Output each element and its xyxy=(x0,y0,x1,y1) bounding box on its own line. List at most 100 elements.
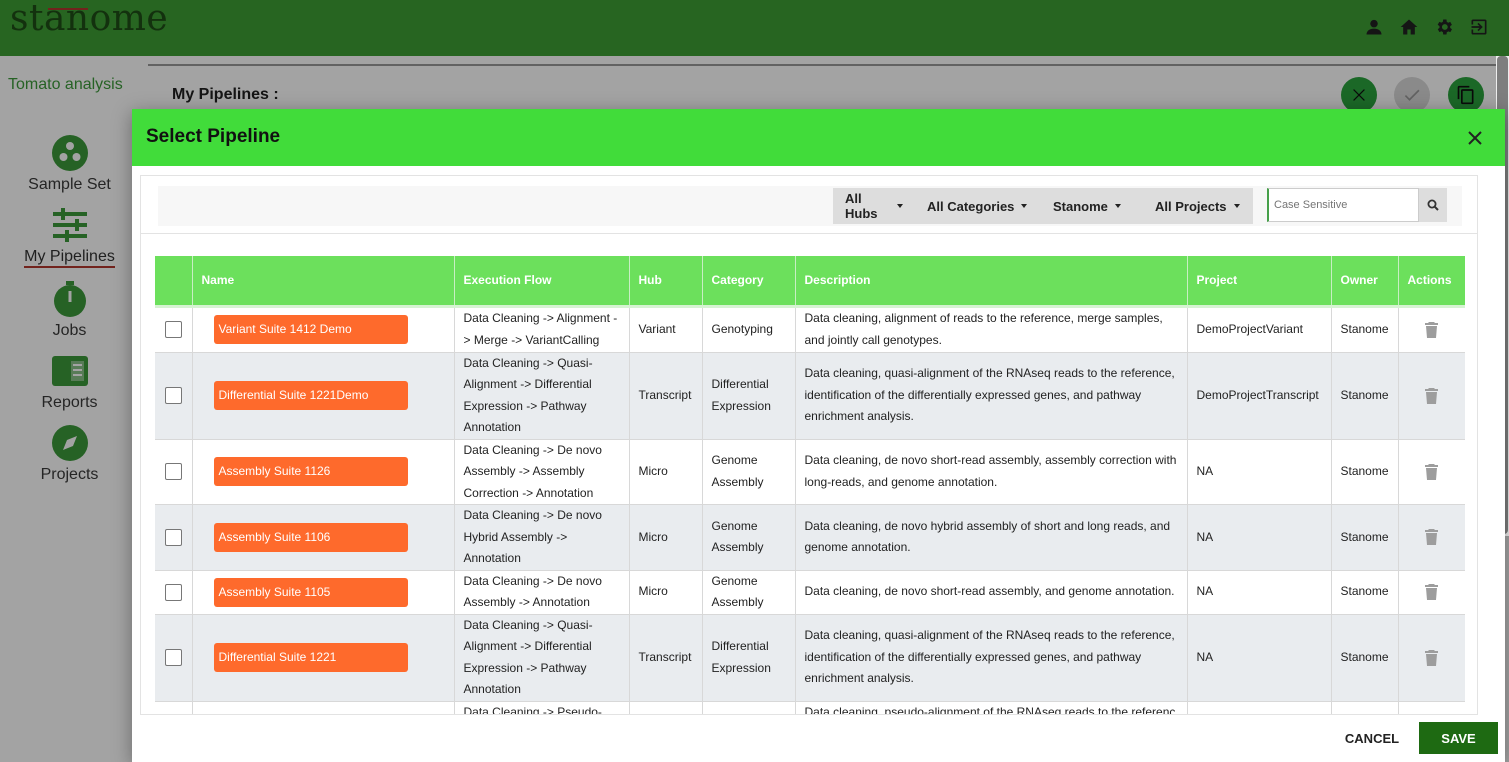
owner-cell: Stanome xyxy=(1331,614,1399,702)
project-cell: NA xyxy=(1187,504,1332,571)
column-header-owner[interactable]: Owner xyxy=(1331,256,1399,306)
description-cell: Data cleaning, de novo short-read assemb… xyxy=(795,439,1188,505)
project-filter-dropdown[interactable]: All Projects xyxy=(1143,188,1253,224)
actions-cell xyxy=(1398,439,1465,505)
table-row[interactable]: Differential Suite 1221 Data Cleaning ->… xyxy=(155,614,1465,702)
delete-button[interactable] xyxy=(1408,584,1456,600)
close-icon xyxy=(1468,131,1482,145)
delete-button[interactable] xyxy=(1408,321,1456,338)
project-cell: NA xyxy=(1187,614,1332,702)
project-cell: DemoProjectTranscript xyxy=(1187,352,1332,440)
column-header-category[interactable]: Category xyxy=(702,256,796,306)
select-cell xyxy=(155,352,193,440)
actions-cell xyxy=(1398,701,1465,714)
name-cell xyxy=(192,701,455,714)
delete-button[interactable] xyxy=(1408,463,1456,480)
pipeline-table-container[interactable]: Name Execution Flow Hub Category Descrip… xyxy=(155,256,1465,714)
flow-cell: Data Cleaning -> Quasi-Alignment -> Diff… xyxy=(454,352,630,440)
select-cell xyxy=(155,504,193,571)
row-checkbox[interactable] xyxy=(164,387,182,404)
pipeline-table: Name Execution Flow Hub Category Descrip… xyxy=(155,256,1465,714)
hub-cell: Variant xyxy=(629,306,703,353)
row-checkbox[interactable] xyxy=(164,463,182,481)
select-cell xyxy=(155,614,193,702)
category-cell: Genome Assembly xyxy=(702,570,796,615)
name-cell: Assembly Suite 1105 xyxy=(192,570,455,615)
hub-cell: Micro xyxy=(629,439,703,505)
table-row[interactable]: Assembly Suite 1105 Data Cleaning -> De … xyxy=(155,570,1465,615)
table-header-row: Name Execution Flow Hub Category Descrip… xyxy=(155,256,1465,306)
delete-button[interactable] xyxy=(1408,649,1456,666)
description-cell: Data cleaning, quasi-alignment of the RN… xyxy=(795,614,1188,702)
dialog-title: Select Pipeline xyxy=(146,126,281,147)
save-button[interactable]: SAVE xyxy=(1419,722,1498,754)
pipeline-name-button[interactable]: Differential Suite 1221Demo xyxy=(213,381,408,410)
flow-cell: Data Cleaning -> Alignment -> Merge -> V… xyxy=(454,306,630,353)
dropdown-label: Stanome xyxy=(1053,198,1108,214)
select-pipeline-dialog: Select Pipeline All Hubs All Categories … xyxy=(132,109,1505,762)
select-column-header xyxy=(155,256,193,306)
select-cell xyxy=(155,701,193,714)
name-cell: Differential Suite 1221 xyxy=(192,614,455,702)
owner-cell: Stanome xyxy=(1331,504,1399,571)
hub-cell: Micro xyxy=(629,570,703,615)
column-header-execution-flow[interactable]: Execution Flow xyxy=(454,256,630,306)
project-cell: NA xyxy=(1187,570,1332,615)
table-row[interactable]: Differential Suite 1221Demo Data Cleanin… xyxy=(155,352,1465,440)
trash-icon xyxy=(1425,649,1438,666)
column-header-project[interactable]: Project xyxy=(1187,256,1332,306)
trash-icon xyxy=(1425,321,1438,338)
dropdown-label: All Projects xyxy=(1155,198,1227,214)
dialog-close-button[interactable] xyxy=(1465,128,1485,148)
flow-cell: Data Cleaning -> De novo Assembly -> Ass… xyxy=(454,439,630,505)
table-row[interactable]: Variant Suite 1412 Demo Data Cleaning ->… xyxy=(155,306,1465,353)
search-icon xyxy=(1427,199,1439,211)
owner-cell xyxy=(1331,701,1399,714)
caret-down-icon xyxy=(1021,204,1028,208)
pipeline-name-button[interactable]: Variant Suite 1412 Demo xyxy=(213,315,408,344)
trash-icon xyxy=(1425,387,1438,404)
category-cell xyxy=(702,701,796,714)
dialog-body: All Hubs All Categories Stanome All Proj… xyxy=(140,175,1478,715)
category-cell: Differential Expression xyxy=(702,352,796,440)
project-cell: DemoProjectVariant xyxy=(1187,306,1332,353)
column-header-name[interactable]: Name xyxy=(192,256,455,306)
delete-button[interactable] xyxy=(1408,529,1456,546)
project-cell xyxy=(1187,701,1332,714)
row-checkbox[interactable] xyxy=(164,649,182,666)
pipeline-name-button[interactable]: Assembly Suite 1106 xyxy=(213,522,408,552)
category-cell: Genome Assembly xyxy=(702,439,796,505)
caret-down-icon xyxy=(897,204,903,208)
dialog-header: Select Pipeline xyxy=(132,109,1505,166)
owner-filter-dropdown[interactable]: Stanome xyxy=(1041,188,1143,224)
search-button[interactable] xyxy=(1419,188,1447,222)
column-header-description[interactable]: Description xyxy=(795,256,1188,306)
delete-button[interactable] xyxy=(1408,387,1456,404)
search-input[interactable] xyxy=(1267,188,1419,222)
name-cell: Differential Suite 1221Demo xyxy=(192,352,455,440)
pipeline-name-button[interactable]: Assembly Suite 1105 xyxy=(213,577,408,607)
description-cell: Data cleaning, pseudo-alignment of the R… xyxy=(795,701,1188,714)
category-cell: Genome Assembly xyxy=(702,504,796,571)
description-cell: Data cleaning, de novo short-read assemb… xyxy=(795,570,1188,615)
owner-cell: Stanome xyxy=(1331,352,1399,440)
filter-bar: All Hubs All Categories Stanome All Proj… xyxy=(158,186,1462,226)
column-header-hub[interactable]: Hub xyxy=(629,256,703,306)
row-checkbox[interactable] xyxy=(164,321,182,338)
table-row[interactable]: Assembly Suite 1126 Data Cleaning -> De … xyxy=(155,439,1465,505)
row-checkbox[interactable] xyxy=(164,528,182,546)
category-filter-dropdown[interactable]: All Categories xyxy=(915,188,1041,224)
pipeline-name-button[interactable]: Differential Suite 1221 xyxy=(213,643,408,672)
flow-cell: Data Cleaning -> Pseudo- xyxy=(454,701,630,714)
hub-filter-dropdown[interactable]: All Hubs xyxy=(833,188,915,224)
flow-cell: Data Cleaning -> Quasi-Alignment -> Diff… xyxy=(454,614,630,702)
table-row[interactable]: Data Cleaning -> Pseudo- Data cleaning, … xyxy=(155,701,1465,714)
flow-cell: Data Cleaning -> De novo Assembly -> Ann… xyxy=(454,570,630,615)
pipeline-name-button[interactable]: Assembly Suite 1126 xyxy=(213,457,408,487)
name-cell: Assembly Suite 1106 xyxy=(192,504,455,571)
row-checkbox[interactable] xyxy=(164,583,182,601)
table-row[interactable]: Assembly Suite 1106 Data Cleaning -> De … xyxy=(155,504,1465,571)
column-header-actions: Actions xyxy=(1398,256,1465,306)
cancel-button[interactable]: CANCEL xyxy=(1336,723,1408,753)
owner-cell: Stanome xyxy=(1331,439,1399,505)
